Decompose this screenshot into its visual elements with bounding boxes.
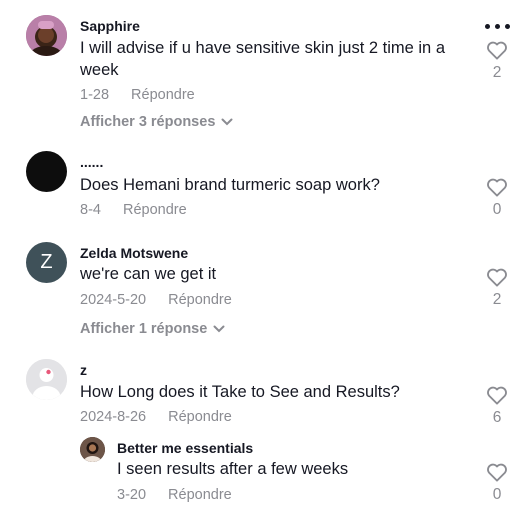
- like-count: 2: [492, 291, 502, 308]
- reply-date: 3-20: [117, 487, 147, 503]
- avatar[interactable]: [26, 359, 67, 400]
- comment-username[interactable]: z: [80, 362, 87, 378]
- like-button[interactable]: 0: [484, 462, 510, 504]
- reply-button[interactable]: Répondre: [168, 487, 232, 503]
- avatar[interactable]: [26, 151, 67, 192]
- like-button[interactable]: 0: [484, 177, 510, 219]
- view-replies-label: Afficher 3 réponses: [80, 114, 216, 130]
- like-count: 6: [492, 409, 502, 426]
- reply-button[interactable]: Répondre: [131, 87, 195, 103]
- like-count: 0: [492, 486, 502, 503]
- comment-text: Does Hemani brand turmeric soap work?: [80, 176, 380, 194]
- reply-button[interactable]: Répondre: [168, 292, 232, 308]
- default-avatar-icon: [26, 359, 67, 400]
- chevron-down-icon: [213, 325, 225, 333]
- heart-outline-icon: [487, 268, 507, 287]
- comment-meta: 8-4 Répondre: [80, 202, 187, 218]
- heart-outline-icon: [487, 463, 507, 482]
- reply-button[interactable]: Répondre: [123, 202, 187, 218]
- comment-date: 1-28: [80, 87, 110, 103]
- like-button[interactable]: 2: [484, 267, 510, 309]
- view-replies-button[interactable]: Afficher 3 réponses: [80, 114, 233, 130]
- avatar[interactable]: [26, 15, 67, 56]
- reply-username[interactable]: Better me essentials: [117, 440, 253, 456]
- avatar-letter: Z: [40, 251, 53, 273]
- heart-outline-icon: [487, 178, 507, 197]
- reply-button[interactable]: Répondre: [168, 409, 232, 425]
- comment-meta: 2024-8-26 Répondre: [80, 409, 232, 425]
- comment-username[interactable]: Sapphire: [80, 18, 140, 34]
- view-replies-label: Afficher 1 réponse: [80, 321, 208, 337]
- comment-meta: 2024-5-20 Répondre: [80, 292, 232, 308]
- view-replies-button[interactable]: Afficher 1 réponse: [80, 321, 225, 337]
- like-button[interactable]: 6: [484, 385, 510, 427]
- comment-date: 8-4: [80, 202, 101, 218]
- comment-username[interactable]: Zelda Motswene: [80, 245, 188, 261]
- comment-date: 2024-8-26: [80, 409, 147, 425]
- comment-username[interactable]: ......: [80, 154, 103, 170]
- heart-outline-icon: [487, 41, 507, 60]
- comment-date: 2024-5-20: [80, 292, 147, 308]
- comment-meta: 1-28 Répondre: [80, 87, 195, 103]
- chevron-down-icon: [221, 118, 233, 126]
- comment-text: we're can we get it: [80, 265, 217, 283]
- comment-text: I will advise if u have sensitive skin j…: [80, 39, 445, 79]
- avatar[interactable]: Z: [26, 242, 67, 283]
- reply-meta: 3-20 Répondre: [117, 487, 232, 503]
- like-count: 2: [492, 64, 502, 81]
- heart-outline-icon: [487, 386, 507, 405]
- avatar[interactable]: [80, 437, 105, 462]
- comment-text: How Long does it Take to See and Results…: [80, 383, 400, 401]
- reply-text: I seen results after a few weeks: [117, 460, 349, 478]
- like-button[interactable]: 2: [484, 40, 510, 82]
- more-options-icon[interactable]: [485, 24, 511, 32]
- like-count: 0: [492, 201, 502, 218]
